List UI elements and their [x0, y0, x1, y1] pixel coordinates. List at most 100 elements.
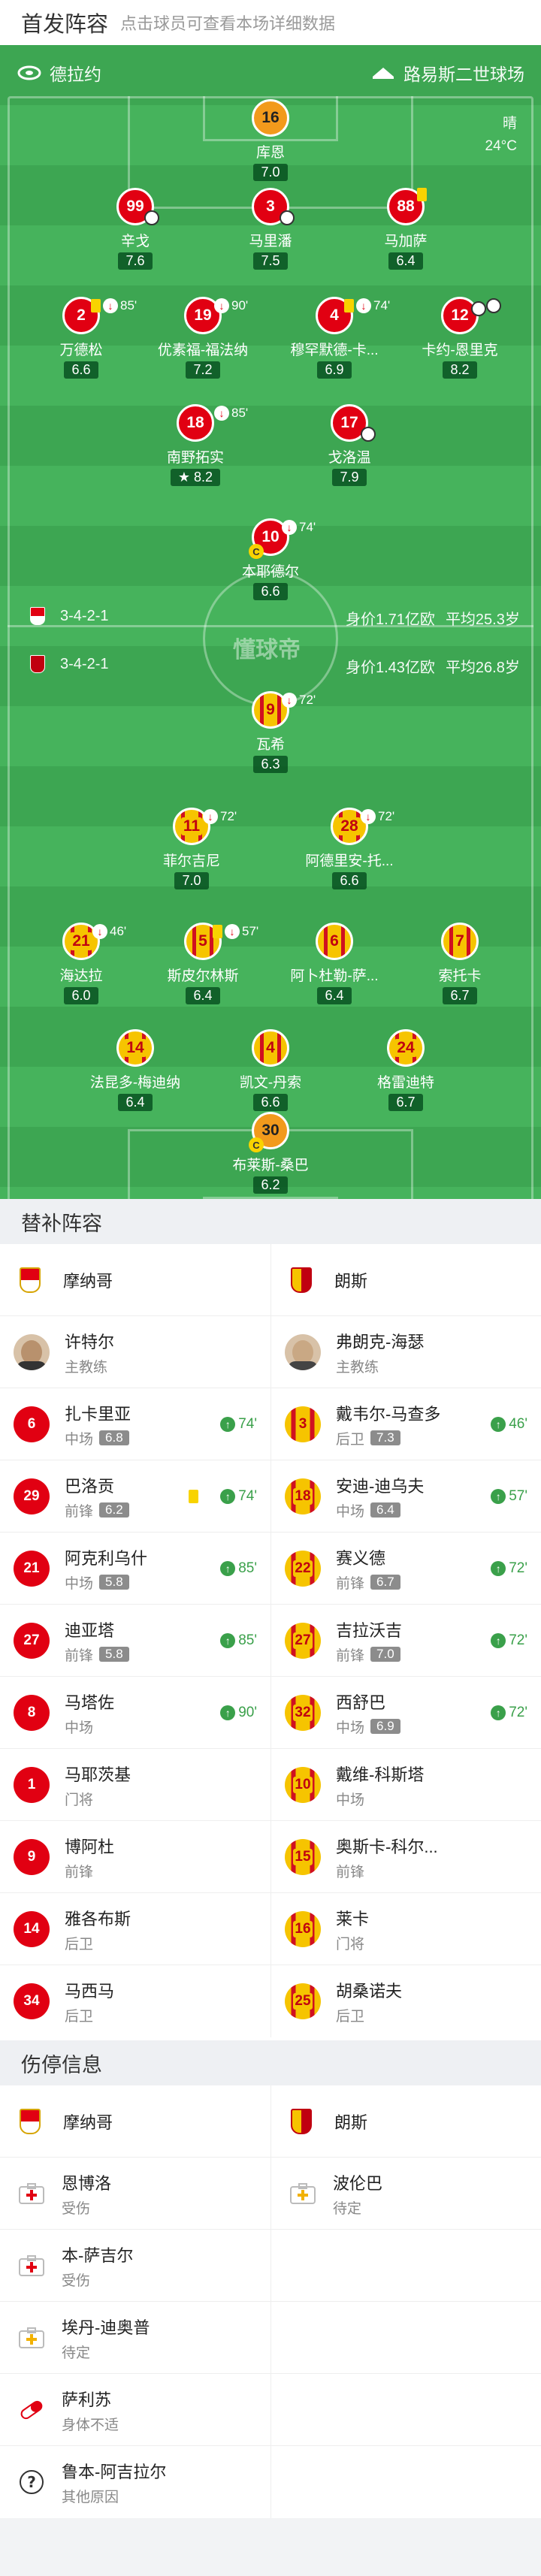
- player-away-5[interactable]: 5 斯皮尔林斯 6.4 ↓ 57': [139, 923, 267, 1004]
- player-home-99[interactable]: 99 辛戈 7.6: [71, 188, 199, 270]
- player-number: 6: [316, 923, 353, 960]
- player-away-21[interactable]: 21 海达拉 6.0 ↓ 46': [17, 923, 145, 1004]
- player-name: 本耶德尔: [241, 564, 299, 580]
- player-home-16[interactable]: 16 库恩 7.0: [207, 99, 334, 181]
- player-away-7[interactable]: 7 索托卡 6.7: [396, 923, 524, 1004]
- player-home-19[interactable]: 19 优素福-福法纳 7.2 ↓ 90': [139, 297, 267, 379]
- player-home-18[interactable]: 18 南野拓实 ★ 8.2 ↓ 85': [131, 404, 259, 486]
- home-injury[interactable]: 恩博洛 受伤: [0, 2158, 270, 2230]
- player-number: 7: [441, 923, 479, 960]
- sub-position: 门将: [336, 1936, 365, 1952]
- home-coach[interactable]: 许特尔 主教练: [0, 1316, 270, 1388]
- injury-cross-icon: [17, 2179, 47, 2209]
- player-home-10[interactable]: 10 本耶德尔 6.6 C ↓ 74': [207, 518, 334, 600]
- home-sub[interactable]: 21 阿克利乌什 中场 5.8 ↑ 85': [0, 1533, 270, 1605]
- player-rating: ★ 8.2: [170, 469, 221, 486]
- home-sub[interactable]: 14 雅各布斯 后卫: [0, 1893, 270, 1965]
- away-sub[interactable]: 15 奥斯卡-科尔... 前锋: [270, 1821, 541, 1893]
- away-sub[interactable]: 18 安迪-迪乌夫 中场 6.4 ↑ 57': [270, 1460, 541, 1533]
- home-sub[interactable]: 1 马耶茨基 门将: [0, 1749, 270, 1821]
- player-name: 布莱斯-桑巴: [232, 1158, 309, 1173]
- player-rating: 6.6: [332, 872, 367, 889]
- home-sub[interactable]: 27 迪亚塔 前锋 5.8 ↑ 85': [0, 1605, 270, 1677]
- player-away-28[interactable]: 28 阿德里安-托... 6.6 ↓ 72': [286, 808, 413, 889]
- home-injury[interactable]: 埃丹-迪奥普 待定: [0, 2302, 270, 2374]
- away-sub[interactable]: 3 戴韦尔-马查多 后卫 7.3 ↑ 46': [270, 1388, 541, 1460]
- player-name: 凯文-丹索: [239, 1075, 302, 1091]
- sub-rating: 6.2: [99, 1502, 129, 1518]
- home-injury[interactable]: 本-萨吉尔 受伤: [0, 2230, 270, 2302]
- player-name: 海达拉: [59, 968, 103, 984]
- player-name: 万德松: [59, 343, 103, 358]
- sub-minute: 74': [373, 298, 391, 313]
- sub-number: 29: [14, 1478, 50, 1514]
- player-home-4[interactable]: 4 穆罕默德-卡... 6.9 ↓ 74': [270, 297, 398, 379]
- sub-name: 马耶茨基: [65, 1765, 131, 1784]
- empty-cell: [270, 2374, 541, 2446]
- player-away-9[interactable]: 9 瓦希 6.3 ↓ 72': [207, 691, 334, 773]
- sub-in-marker: ↑ 74': [220, 1488, 257, 1505]
- injured-name: 波伦巴: [333, 2173, 383, 2193]
- home-team-name: 摩纳哥: [63, 2113, 113, 2132]
- player-away-14[interactable]: 14 法昆多-梅迪纳 6.4: [71, 1029, 199, 1111]
- yellow-card-icon: [213, 925, 222, 938]
- sub-name: 扎卡里亚: [65, 1404, 131, 1424]
- sub-marker: ↓ 74': [344, 298, 390, 313]
- sub-minute: 85': [120, 298, 138, 313]
- sub-name: 西舒巴: [336, 1693, 386, 1712]
- player-away-24[interactable]: 24 格雷迪特 6.7: [342, 1029, 470, 1111]
- pill-icon: [17, 2395, 47, 2425]
- player-home-88[interactable]: 88 马加萨 6.4: [342, 188, 470, 270]
- player-away-30[interactable]: 30 布莱斯-桑巴 6.2 C: [207, 1112, 334, 1194]
- sub-name: 雅各布斯: [65, 1909, 131, 1928]
- player-away-4[interactable]: 4 凯文-丹索 6.6: [207, 1029, 334, 1111]
- player-number: 16: [252, 99, 289, 137]
- player-rating: 6.6: [64, 361, 98, 379]
- player-name: 优素福-福法纳: [157, 343, 249, 358]
- sub-out-icon: ↓: [361, 809, 376, 824]
- sub-number: 27: [14, 1623, 50, 1659]
- player-rating: 6.3: [253, 756, 288, 773]
- sub-in-marker: ↑ 85': [220, 1560, 257, 1577]
- home-injury[interactable]: ? 鲁本-阿吉拉尔 其他原因: [0, 2446, 270, 2518]
- home-sub[interactable]: 34 马西马 后卫: [0, 1965, 270, 2037]
- away-sub[interactable]: 27 吉拉沃吉 前锋 7.0 ↑ 72': [270, 1605, 541, 1677]
- sub-number: 21: [14, 1551, 50, 1587]
- sub-in-marker: ↑ 72': [491, 1705, 527, 1721]
- home-sub[interactable]: 8 马塔佐 中场 ↑ 90': [0, 1677, 270, 1749]
- home-sub[interactable]: 9 博阿杜 前锋: [0, 1821, 270, 1893]
- sub-name: 迪亚塔: [65, 1620, 115, 1640]
- sub-row: 1 马耶茨基 门将 10 戴维-科斯塔 中场: [0, 1749, 541, 1821]
- captain-icon: C: [249, 544, 264, 559]
- temperature: 24°C: [485, 138, 517, 154]
- home-sub[interactable]: 29 巴洛贡 前锋 6.2 ↑ 74': [0, 1460, 270, 1533]
- sub-number: 14: [14, 1911, 50, 1947]
- player-home-3[interactable]: 3 马里潘 7.5: [207, 188, 334, 270]
- player-home-17[interactable]: 17 戈洛温 7.9: [286, 404, 413, 486]
- captain-icon: C: [249, 1137, 264, 1152]
- player-rating: 6.4: [118, 1094, 153, 1111]
- away-sub[interactable]: 32 西舒巴 中场 6.9 ↑ 72': [270, 1677, 541, 1749]
- home-injury[interactable]: 萨利苏 身体不适: [0, 2374, 270, 2446]
- away-coach[interactable]: 弗朗克-海瑟 主教练: [270, 1316, 541, 1388]
- sub-name: 马塔佐: [65, 1693, 115, 1712]
- player-away-6[interactable]: 6 阿卜杜勒-萨... 6.4: [270, 923, 398, 1004]
- injured-name: 鲁本-阿吉拉尔: [62, 2462, 167, 2481]
- away-sub[interactable]: 16 莱卡 门将: [270, 1893, 541, 1965]
- injured-name: 本-萨吉尔: [62, 2245, 134, 2265]
- sub-out-icon: ↓: [103, 298, 118, 313]
- player-home-2[interactable]: 2 万德松 6.6 ↓ 85': [17, 297, 145, 379]
- away-sub[interactable]: 10 戴维-科斯塔 中场: [270, 1749, 541, 1821]
- away-sub[interactable]: 25 胡桑诺夫 后卫: [270, 1965, 541, 2037]
- player-name: 阿卜杜勒-萨...: [290, 968, 379, 984]
- away-sub[interactable]: 22 赛义德 前锋 6.7 ↑ 72': [270, 1533, 541, 1605]
- sub-position: 后卫: [65, 1936, 94, 1952]
- lens-logo-icon: [286, 1265, 316, 1295]
- player-away-11[interactable]: 11 菲尔吉尼 7.0 ↓ 72': [128, 808, 255, 889]
- player-home-12[interactable]: 12 卡约-恩里克 8.2: [396, 297, 524, 379]
- injured-name: 恩博洛: [62, 2173, 112, 2193]
- home-sub[interactable]: 6 扎卡里亚 中场 6.8 ↑ 74': [0, 1388, 270, 1460]
- sub-name: 赛义德: [336, 1548, 386, 1568]
- away-injury[interactable]: 波伦巴 待定: [270, 2158, 541, 2230]
- sub-number: 9: [14, 1839, 50, 1875]
